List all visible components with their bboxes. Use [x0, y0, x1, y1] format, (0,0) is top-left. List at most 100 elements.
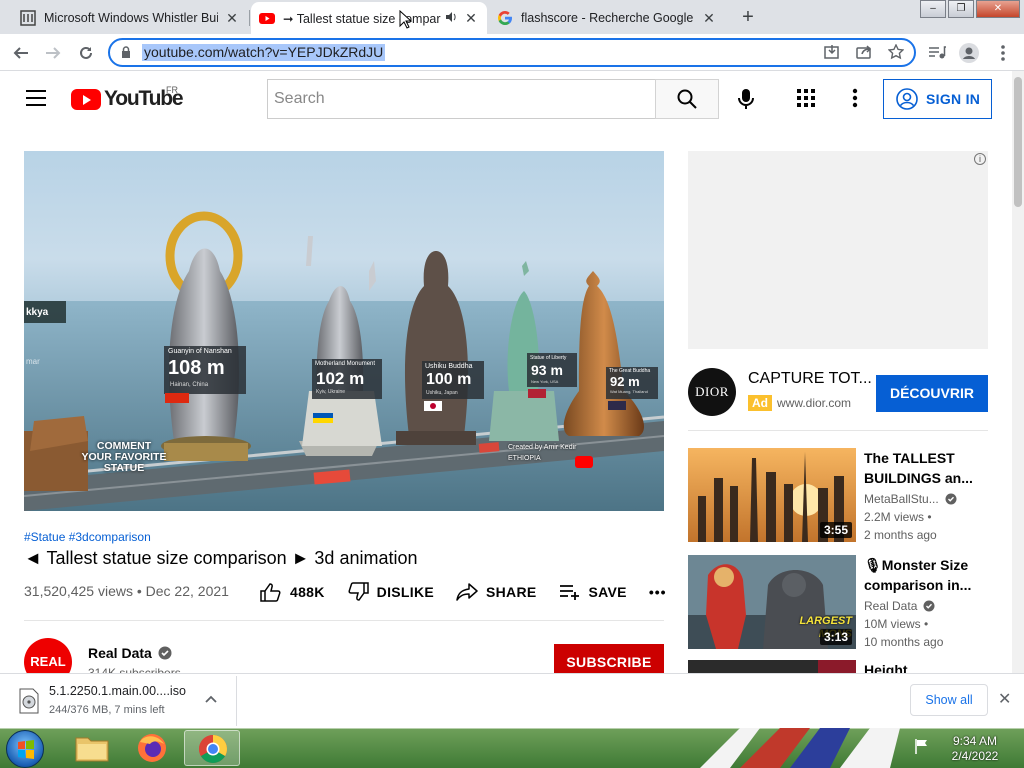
share-arrow-icon: [456, 583, 478, 601]
ad-row[interactable]: DIOR CAPTURE TOT... Ad www.dior.com DÉCO…: [688, 366, 988, 420]
recommended-channel[interactable]: Real Data: [864, 599, 917, 613]
tab-close-icon[interactable]: ✕: [224, 10, 240, 27]
statue-place: Ushiku, Japan: [426, 390, 458, 396]
video-player[interactable]: kkya mar Guanyin of Nanshan 108 m Hainan…: [24, 151, 664, 511]
tab-google[interactable]: flashscore - Recherche Google ✕: [489, 2, 725, 34]
country-code: FR: [166, 85, 178, 95]
tab-separator: [249, 10, 250, 26]
video-thumbnail[interactable]: [688, 660, 856, 673]
share-button[interactable]: SHARE: [456, 582, 537, 602]
media-control-icon[interactable]: [926, 42, 948, 64]
tab-close-icon[interactable]: ✕: [463, 10, 479, 27]
statue-name: Ushiku Buddha: [425, 363, 473, 370]
recommended-video[interactable]: 3:55 The TALLEST BUILDINGS an... MetaBal…: [688, 448, 988, 542]
video-label-left-sub: mar: [26, 357, 40, 366]
video-thumbnail[interactable]: 3:55: [688, 448, 856, 542]
ad-info-icon[interactable]: i: [974, 153, 986, 165]
video-thumbnail[interactable]: LARGEST MONS 3:13: [688, 555, 856, 649]
video-title: ◄ Tallest statue size comparison ► 3d an…: [24, 548, 418, 568]
download-filename[interactable]: 5.1.2250.1.main.00....iso: [49, 684, 186, 698]
recommended-age: 2 months ago: [864, 528, 937, 542]
like-button[interactable]: 488K: [260, 582, 325, 602]
channel-name-row[interactable]: Real Data: [88, 645, 172, 661]
ad-cta-button[interactable]: DÉCOUVRIR: [876, 375, 988, 412]
install-app-icon[interactable]: [822, 44, 842, 62]
restore-button[interactable]: ❐: [948, 0, 974, 18]
save-button[interactable]: SAVE: [559, 582, 627, 602]
new-tab-button[interactable]: +: [734, 4, 762, 32]
dislike-button[interactable]: DISLIKE: [347, 582, 434, 602]
taskbar-firefox[interactable]: [124, 730, 180, 766]
tab-whistler[interactable]: Microsoft Windows Whistler Buil ✕: [12, 2, 248, 34]
browser-menu-icon[interactable]: [992, 42, 1014, 64]
tab-close-icon[interactable]: ✕: [701, 10, 717, 27]
recommended-title[interactable]: 🎙Monster Size comparison in...: [864, 555, 988, 595]
recommended-video[interactable]: LARGEST MONS 3:13 🎙Monster Size comparis…: [688, 555, 988, 649]
browser-toolbar: youtube.com/watch?v=YEPJDkZRdJU: [0, 34, 1024, 71]
show-all-downloads-button[interactable]: Show all: [910, 684, 988, 716]
settings-more-icon[interactable]: [845, 86, 865, 110]
firefox-icon: [138, 734, 166, 762]
recommended-title[interactable]: Height: [864, 660, 988, 673]
recommended-channel-row: Real Data: [864, 599, 935, 613]
taskbar-explorer[interactable]: [64, 730, 120, 766]
taskbar-chrome[interactable]: [184, 730, 240, 766]
share-label: SHARE: [486, 584, 537, 600]
windows-taskbar: 9:34 AM 2/4/2022: [0, 728, 1024, 768]
recommended-video[interactable]: Height: [688, 660, 988, 673]
chevron-up-icon[interactable]: [205, 692, 217, 706]
download-shelf: 5.1.2250.1.main.00....iso 244/376 MB, 7 …: [0, 673, 1024, 728]
search-icon: [677, 89, 697, 109]
reload-button[interactable]: [73, 40, 99, 66]
profile-icon[interactable]: [958, 42, 980, 64]
video-hashtags[interactable]: #Statue #3dcomparison: [24, 530, 151, 544]
bookmark-star-icon[interactable]: [886, 43, 906, 62]
close-download-shelf-icon[interactable]: ✕: [998, 689, 1011, 709]
back-button[interactable]: [8, 40, 34, 66]
voice-search-button[interactable]: [730, 83, 762, 115]
speaker-icon[interactable]: [445, 11, 457, 26]
statue-name: Statue of Liberty: [530, 355, 567, 361]
forward-button[interactable]: [40, 40, 66, 66]
dislike-label: DISLIKE: [376, 584, 434, 600]
channel-name[interactable]: Real Data: [88, 645, 152, 661]
forward-arrow-icon: [46, 47, 61, 59]
statue-place: New York, USA: [531, 379, 559, 384]
windows-logo-icon: [18, 740, 34, 759]
page-scrollbar[interactable]: [1012, 71, 1024, 673]
system-clock[interactable]: 9:34 AM 2/4/2022: [940, 734, 1010, 764]
search-input[interactable]: Search: [267, 79, 656, 119]
more-dots-icon: •••: [648, 584, 667, 600]
more-actions-button[interactable]: •••: [649, 584, 667, 600]
address-bar[interactable]: youtube.com/watch?v=YEPJDkZRdJU: [108, 38, 916, 67]
url-text[interactable]: youtube.com/watch?v=YEPJDkZRdJU: [142, 44, 386, 61]
tab-youtube[interactable]: ➞ Tallest statue size compari ✕: [251, 2, 487, 34]
ad-banner[interactable]: [688, 151, 988, 349]
search-button[interactable]: [655, 79, 719, 119]
hamburger-menu-icon[interactable]: [26, 90, 46, 106]
recommended-channel[interactable]: MetaBallStu...: [864, 492, 939, 506]
recommended-title[interactable]: The TALLEST BUILDINGS an...: [864, 448, 988, 488]
advertiser-logo[interactable]: DIOR: [688, 368, 736, 416]
statue-place: Wat Muang, Thailand: [610, 389, 648, 394]
youtube-logo[interactable]: YouTube FR: [71, 85, 184, 111]
apps-grid-icon[interactable]: [796, 88, 818, 110]
start-button[interactable]: [6, 730, 44, 768]
minimize-button[interactable]: ‒: [920, 0, 946, 18]
action-center-flag-icon[interactable]: [914, 738, 930, 754]
youtube-favicon-icon: [259, 10, 275, 26]
sign-in-button[interactable]: SIGN IN: [883, 79, 992, 119]
statue-height: 93 m: [531, 362, 563, 378]
scrollbar-thumb[interactable]: [1014, 77, 1022, 207]
ad-title[interactable]: CAPTURE TOT...: [748, 370, 872, 388]
youtube-play-icon: [71, 88, 101, 110]
verified-check-icon: [945, 493, 957, 505]
search-placeholder: Search: [274, 90, 325, 107]
ad-url: www.dior.com: [777, 396, 852, 410]
thumbs-down-icon: [348, 582, 369, 601]
video-label-left: kkya: [26, 307, 49, 318]
close-window-button[interactable]: ✕: [976, 0, 1020, 18]
tab-title: Microsoft Windows Whistler Buil: [44, 11, 218, 25]
statue-height: 92 m: [610, 374, 640, 389]
share-page-icon[interactable]: [854, 44, 874, 62]
